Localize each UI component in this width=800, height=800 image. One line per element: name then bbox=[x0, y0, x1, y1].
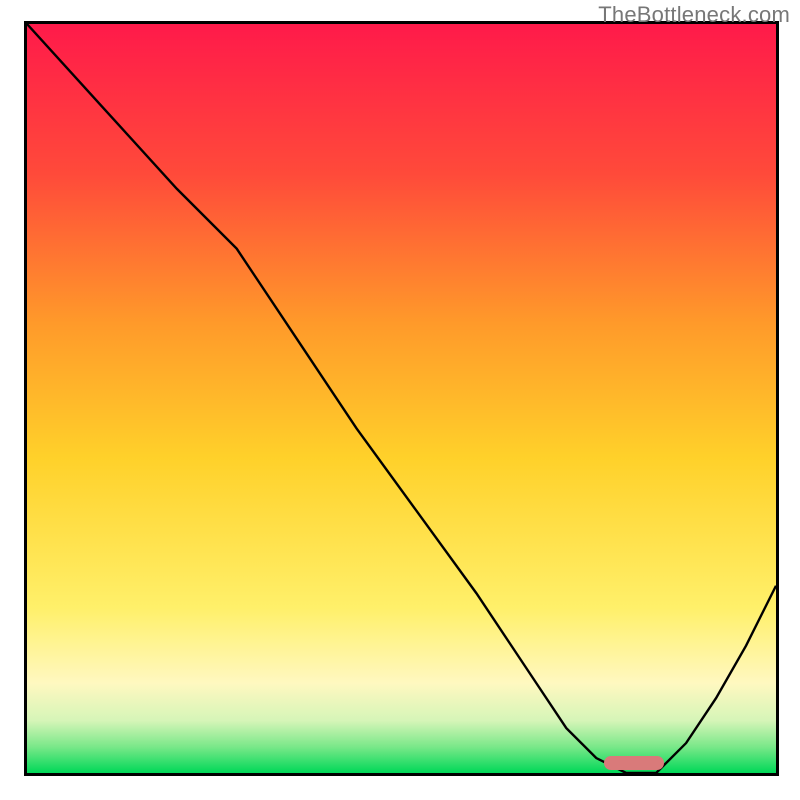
plot-right-border bbox=[776, 21, 779, 776]
plot-area bbox=[24, 24, 776, 776]
chart-frame: TheBottleneck.com bbox=[0, 0, 800, 800]
optimal-range-marker bbox=[604, 756, 664, 770]
gradient-rect bbox=[27, 24, 776, 773]
plot-svg bbox=[27, 24, 776, 773]
watermark-label: TheBottleneck.com bbox=[598, 2, 790, 28]
